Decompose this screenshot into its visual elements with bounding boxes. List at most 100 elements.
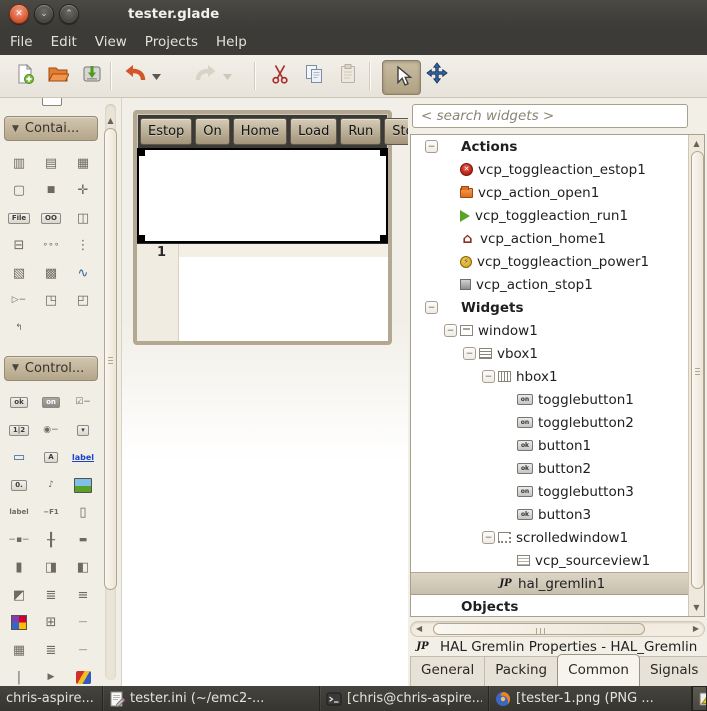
tree-row-button2[interactable]: okbutton2 xyxy=(411,457,704,480)
menu-view[interactable]: View xyxy=(86,30,136,54)
tree-row-vcp-action-stop1[interactable]: vcp_action_stop1 xyxy=(411,273,704,296)
hscrollbar-palette-item[interactable]: ▬ xyxy=(68,528,98,552)
tree-row-vbox1[interactable]: −vbox1 xyxy=(411,342,704,365)
vbox-palette-item[interactable]: ▤ xyxy=(36,151,66,175)
alignment-palette-item[interactable]: ■ xyxy=(36,179,66,203)
checkbutton-palette-item[interactable]: ☑− xyxy=(68,391,98,415)
progressbar-palette-item[interactable]: ◩ xyxy=(4,583,34,607)
partial-widget-icon[interactable] xyxy=(42,98,62,106)
select-widgets-button[interactable] xyxy=(382,60,421,95)
scroll-left-icon[interactable]: ◀ xyxy=(416,624,422,633)
design-button-on[interactable]: On xyxy=(195,118,229,145)
menu-edit[interactable]: Edit xyxy=(42,30,86,54)
tree-row-actions[interactable]: −Actions xyxy=(411,135,704,158)
menu-projects[interactable]: Projects xyxy=(136,30,207,54)
selection-handle[interactable] xyxy=(138,149,145,156)
toolbar-palette-item[interactable]: OO xyxy=(36,206,66,230)
volumebutton-palette-item[interactable]: ♪ xyxy=(36,473,66,497)
scroll-down-icon[interactable]: ▼ xyxy=(689,603,704,612)
design-button-estop[interactable]: Estop xyxy=(140,118,192,145)
tab-packing[interactable]: Packing xyxy=(484,656,558,686)
undo-dropdown[interactable] xyxy=(150,71,162,81)
togglebutton-palette-item[interactable]: on xyxy=(36,391,66,415)
hseparator2-palette-item[interactable]: — xyxy=(68,638,98,662)
fontbutton-palette-item[interactable]: A xyxy=(36,446,66,470)
table-palette-item[interactable]: ▦ xyxy=(68,151,98,175)
task-firefox[interactable]: [tester-1.png (PNG ... xyxy=(489,686,692,711)
spinbutton-palette-item[interactable]: 1|2 xyxy=(4,418,34,442)
design-hal-gremlin1-selected[interactable] xyxy=(137,148,388,243)
hbuttonbox-palette-item[interactable]: ∘∘∘ xyxy=(36,234,66,258)
paste-button[interactable] xyxy=(335,63,361,89)
undo-button[interactable] xyxy=(122,63,148,89)
tree-row-vcp-sourceview1[interactable]: vcp_sourceview1 xyxy=(411,549,704,572)
drawingarea-palette-item[interactable] xyxy=(68,666,98,687)
tree-horizontal-scrollbar[interactable]: ◀ ▶ xyxy=(410,621,705,637)
design-button-run[interactable]: Run xyxy=(340,118,381,145)
task-gedit[interactable]: tester.ini (~/emc2-... xyxy=(103,686,320,711)
tab-common[interactable]: Common xyxy=(557,654,640,686)
tree-row-hbox1[interactable]: −hbox1 xyxy=(411,365,704,388)
titlebar[interactable]: ✕⌄⌃ tester.glade xyxy=(0,0,707,28)
combobox2-palette-item[interactable]: ◨ xyxy=(36,556,66,580)
task-glade[interactable]: tester.gla... xyxy=(692,686,707,711)
hscrollbar-thumb[interactable] xyxy=(433,623,645,635)
comboboxentry-palette-item[interactable]: ◧ xyxy=(68,556,98,580)
vscrollbar-palette-item[interactable]: ▮ xyxy=(4,556,34,580)
tree-row-vcp-action-open1[interactable]: vcp_action_open1 xyxy=(411,181,704,204)
expander-collapse-icon[interactable]: − xyxy=(444,324,457,337)
hpaned-palette-item[interactable]: ◫ xyxy=(68,206,98,230)
hscale-palette-item[interactable]: −▪− xyxy=(4,528,34,552)
palette-scrollbar[interactable]: ▲ xyxy=(103,104,118,680)
fixed-palette-item[interactable]: ✛ xyxy=(68,179,98,203)
layout-palette-item[interactable]: ▧ xyxy=(4,261,34,285)
tree-row-togglebutton2[interactable]: ontogglebutton2 xyxy=(411,411,704,434)
menu-help[interactable]: Help xyxy=(207,30,256,54)
expander-palette-item[interactable]: ▷− xyxy=(4,289,34,313)
palette-scrollbar-thumb[interactable] xyxy=(104,128,117,590)
design-button-load[interactable]: Load xyxy=(290,118,337,145)
scroll-up-icon[interactable]: ▲ xyxy=(689,139,704,148)
copy-button[interactable] xyxy=(301,63,327,89)
menubar-palette-item[interactable]: File xyxy=(4,206,34,230)
expander-collapse-icon[interactable]: − xyxy=(482,531,495,544)
tree-row-button1[interactable]: okbutton1 xyxy=(411,434,704,457)
statusbar-palette-item[interactable]: ⊞ xyxy=(36,611,66,635)
tree-row-vcp-toggleaction-power1[interactable]: ⚡vcp_toggleaction_power1 xyxy=(411,250,704,273)
tree-row-togglebutton1[interactable]: ontogglebutton1 xyxy=(411,388,704,411)
design-hbox1[interactable]: EstopOnHomeLoadRunStop xyxy=(137,114,388,148)
accellabel-palette-item[interactable]: label xyxy=(4,501,34,525)
vseparator-palette-item[interactable]: | xyxy=(4,666,34,687)
treeview-palette-item[interactable]: ≣ xyxy=(36,638,66,662)
palette-section-containers[interactable]: ▼Contai... xyxy=(4,116,98,141)
hseparator-palette-item[interactable]: — xyxy=(68,611,98,635)
scroll-right-icon[interactable]: ▶ xyxy=(693,624,699,633)
calendar-palette-item[interactable]: ▦ xyxy=(4,638,34,662)
selection-handle[interactable] xyxy=(380,149,387,156)
design-button-home[interactable]: Home xyxy=(233,118,287,145)
close-button[interactable]: ✕ xyxy=(9,4,29,24)
scroll-up-icon[interactable]: ▲ xyxy=(103,116,118,125)
maximize-button[interactable]: ⌃ xyxy=(59,4,79,24)
tree-row-togglebutton3[interactable]: ontogglebutton3 xyxy=(411,480,704,503)
expander-collapse-icon[interactable]: − xyxy=(482,370,495,383)
sourceview-text-area[interactable] xyxy=(179,244,388,341)
tree-row-widgets[interactable]: −Widgets xyxy=(411,296,704,319)
tree-row-objects[interactable]: Objects xyxy=(411,595,704,617)
scrolledwindow-palette-item[interactable]: ◳ xyxy=(36,289,66,313)
textview2-palette-item[interactable]: ≡ xyxy=(68,583,98,607)
combobox-palette-item[interactable]: ▾ xyxy=(68,418,98,442)
linkbutton-palette-item[interactable]: label xyxy=(68,446,98,470)
expander-collapse-icon[interactable]: − xyxy=(425,301,438,314)
spinbutton2-palette-item[interactable]: 0. xyxy=(4,473,34,497)
tab-signals[interactable]: Signals xyxy=(639,656,707,686)
textview-palette-item[interactable]: ≣ xyxy=(36,583,66,607)
entry2-palette-item[interactable]: ▯ xyxy=(68,501,98,525)
task-terminal[interactable]: [chris@chris-aspire... xyxy=(320,686,489,711)
search-widgets-input[interactable] xyxy=(412,104,688,128)
tree-row-vcp-action-home1[interactable]: ⌂vcp_action_home1 xyxy=(411,227,704,250)
design-canvas[interactable]: EstopOnHomeLoadRunStop 1 xyxy=(122,98,408,686)
tree-row-scrolledwindow1[interactable]: −scrolledwindow1 xyxy=(411,526,704,549)
new-file-button[interactable] xyxy=(12,63,38,89)
selection-handle[interactable] xyxy=(138,235,145,242)
